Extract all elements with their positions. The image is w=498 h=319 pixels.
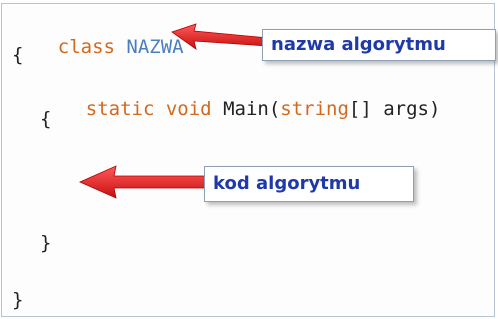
algorithm-name-callout: nazwa algorytmu (262, 29, 496, 61)
inner-close-brace: } (40, 232, 52, 254)
class-declaration-line: class NAZWA (12, 14, 184, 80)
method-name: Main( (223, 98, 281, 120)
name-pointer-arrow-icon (171, 23, 269, 50)
method-params: [] args) (348, 98, 441, 120)
outer-close-brace: } (12, 289, 24, 311)
static-keyword: static (85, 98, 155, 120)
algorithm-code-callout: kod algorytmu (204, 166, 414, 202)
outer-open-brace: { (12, 44, 24, 66)
class-keyword: class (57, 36, 115, 58)
code-pointer-arrow-icon (79, 165, 213, 199)
void-keyword: void (165, 98, 212, 120)
main-method-line: static void Main(string[] args) (40, 76, 441, 142)
string-keyword: string (280, 98, 349, 120)
inner-open-brace: { (40, 108, 52, 130)
